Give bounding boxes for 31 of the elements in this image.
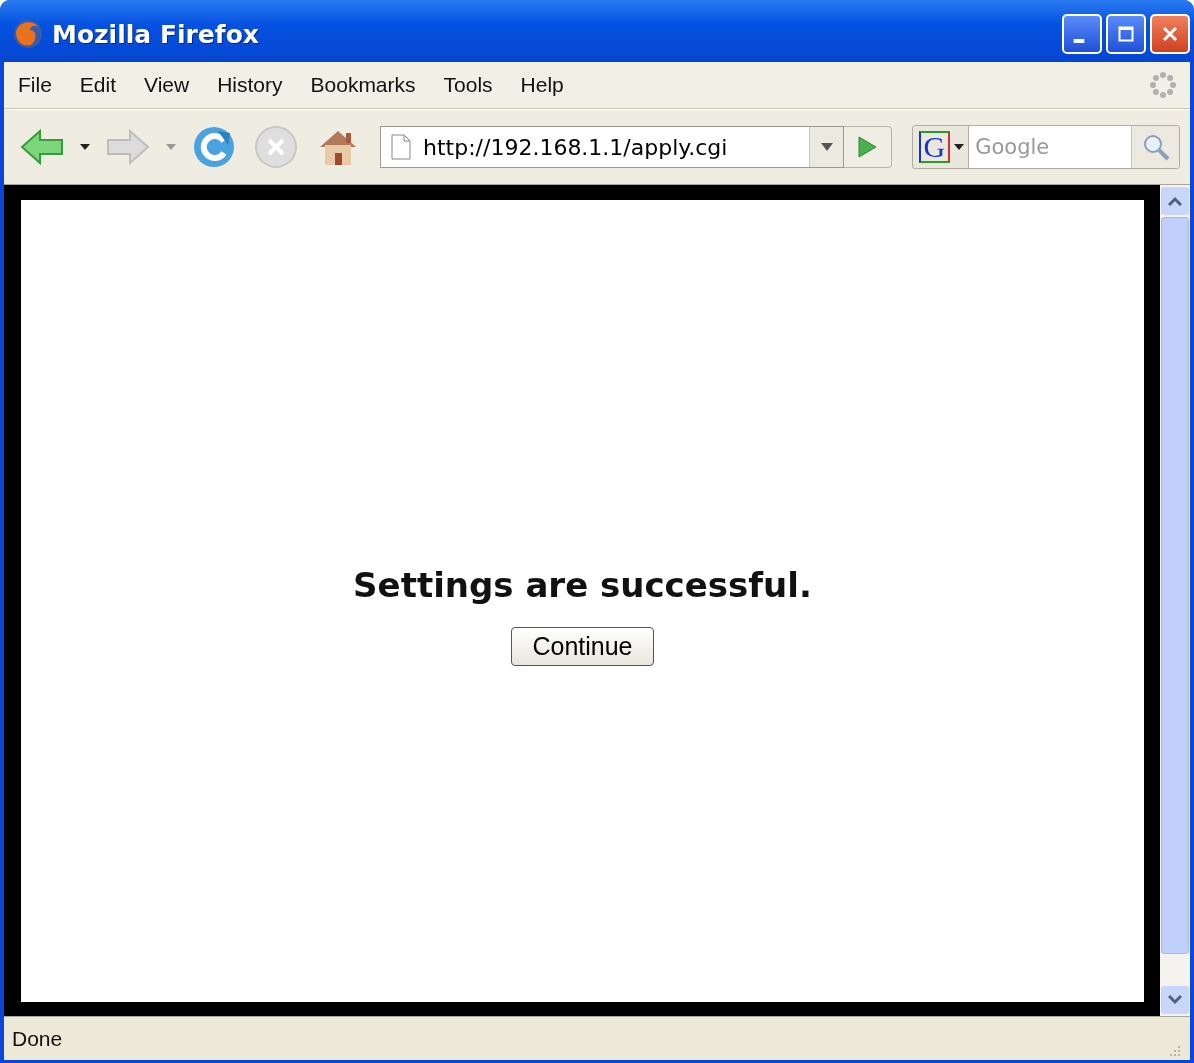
menu-item[interactable]: Tools [429, 73, 507, 97]
continue-button[interactable]: Continue [511, 626, 654, 666]
minimize-icon [1073, 39, 1085, 43]
maximize-icon [1116, 24, 1136, 44]
dropdown-arrow-icon [954, 144, 965, 150]
menu-item[interactable]: Bookmarks [296, 73, 430, 97]
search-button[interactable] [1131, 126, 1179, 168]
menu-item[interactable]: History [203, 73, 297, 97]
page-icon [391, 134, 411, 160]
menu-item[interactable]: Help [506, 73, 578, 97]
menu-item[interactable]: Edit [65, 73, 131, 97]
scroll-down-icon[interactable] [1161, 986, 1189, 1014]
scrollbar[interactable] [1160, 185, 1190, 1016]
search-field[interactable]: G Google [911, 125, 1180, 169]
status-text: Done [12, 1026, 63, 1051]
throbber-icon [1148, 70, 1178, 100]
play-arrow-icon [857, 136, 878, 158]
success-message: Settings are successful. [353, 564, 812, 605]
address-field[interactable]: http://192.168.1.1/apply.cgi [380, 126, 844, 168]
close-icon [1160, 24, 1180, 44]
go-button[interactable] [844, 126, 892, 168]
maximize-button[interactable] [1106, 14, 1146, 54]
scroll-thumb[interactable] [1161, 217, 1189, 954]
menu-item[interactable]: View [130, 73, 204, 97]
scroll-up-icon[interactable] [1161, 187, 1189, 215]
window-title: Mozilla Firefox [52, 19, 259, 49]
minimize-button[interactable] [1062, 14, 1102, 54]
search-engine-logo[interactable]: G [918, 131, 951, 163]
close-button[interactable] [1150, 14, 1190, 54]
globe-fox-icon [12, 18, 44, 50]
menu-item[interactable]: File [16, 73, 66, 97]
